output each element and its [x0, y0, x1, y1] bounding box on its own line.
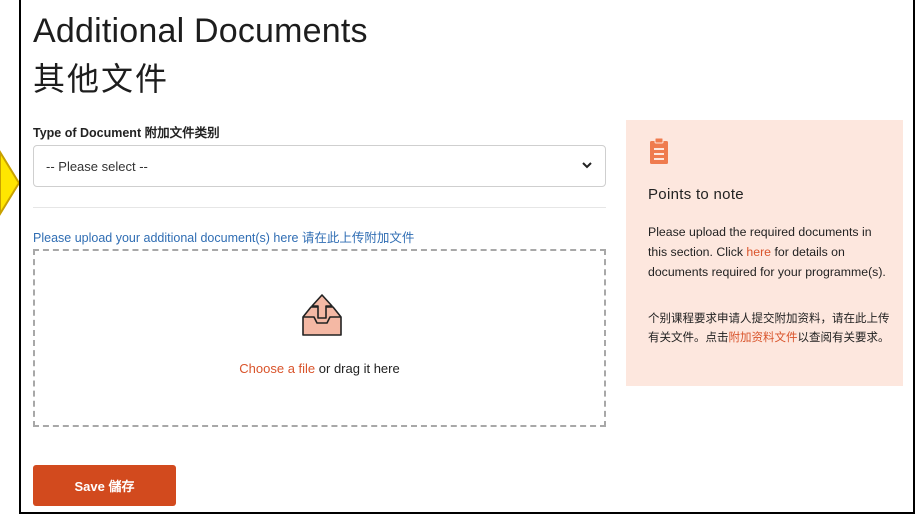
page-title-zh: 其他文件: [33, 61, 170, 97]
notes-text-zh: 个别课程要求申请人提交附加资料，请在此上传有关文件。点击附加资料文件以查阅有关要…: [648, 310, 893, 348]
notes-zh-text-end: 以查阅有关要求。: [797, 332, 890, 344]
choose-file-link[interactable]: Choose a file: [239, 361, 315, 376]
document-type-selected-value: -- Please select --: [46, 158, 148, 174]
clipboard-icon: [650, 137, 668, 164]
save-button[interactable]: Save 儲存: [33, 465, 176, 506]
file-dropzone[interactable]: Choose a file or drag it here: [33, 249, 606, 427]
chevron-down-icon: [582, 162, 592, 169]
notes-text-en: Please upload the required documents in …: [648, 222, 893, 282]
document-type-label: Type of Document 附加文件类别: [33, 126, 220, 140]
section-divider: [33, 207, 606, 208]
upload-tray-icon: [302, 294, 342, 336]
document-type-select[interactable]: -- Please select --: [33, 145, 606, 187]
points-to-note-panel: Points to note Please upload the require…: [626, 120, 903, 386]
notes-title: Points to note: [648, 186, 744, 203]
notes-zh-link[interactable]: 附加资料文件: [729, 332, 798, 344]
page-title-en: Additional Documents: [33, 12, 368, 50]
callout-arrow-icon: [0, 150, 20, 216]
upload-label[interactable]: Please upload your additional document(s…: [33, 227, 414, 246]
dropzone-text: Choose a file or drag it here: [35, 361, 604, 376]
drag-text: or drag it here: [315, 361, 400, 376]
notes-here-link[interactable]: here: [746, 245, 771, 259]
